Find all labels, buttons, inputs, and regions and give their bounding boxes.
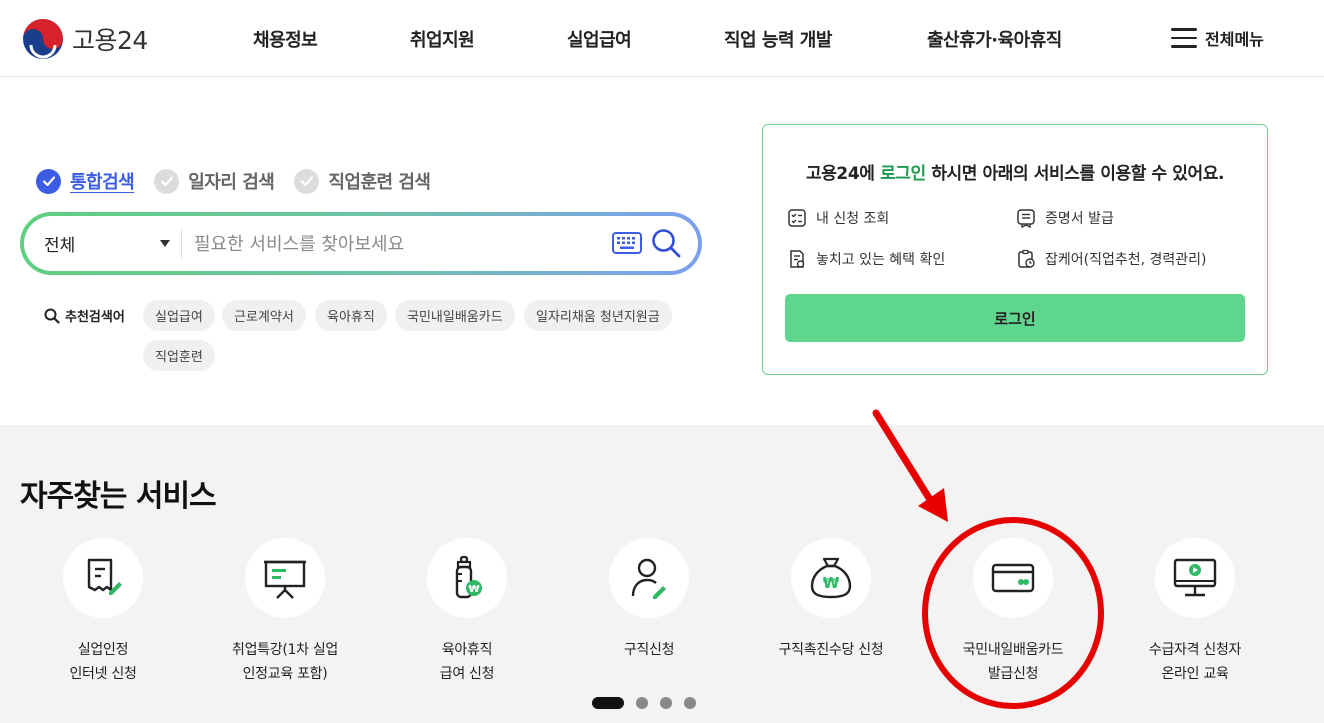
- carousel-pagination: [592, 697, 708, 709]
- keyword-chip[interactable]: 일자리채움 청년지원금: [524, 300, 672, 331]
- document-pen-icon: [87, 558, 122, 595]
- carousel-dot[interactable]: [592, 697, 624, 709]
- check-circle-icon: [294, 168, 320, 194]
- document-check-icon: [790, 250, 805, 268]
- service-jobcare[interactable]: 잡케어(직업추천, 경력관리): [1016, 249, 1207, 269]
- carousel-dot[interactable]: [660, 697, 672, 709]
- service-online-education[interactable]: 수급자격 신청자 온라인 교육: [1104, 538, 1286, 686]
- keyword-chip[interactable]: 실업급여: [143, 300, 215, 331]
- clipboard-clock-icon: [1018, 249, 1035, 268]
- login-message: 고용24에 로그인 하시면 아래의 서비스를 이용할 수 있어요.: [805, 164, 1225, 184]
- frequent-services-section: 자주찾는 서비스 실업인정 인터넷 신청 취업특강(1차 실업 인정교육 포함)…: [0, 425, 1324, 723]
- taegeuk-logo-icon: [23, 19, 63, 59]
- service-job-promotion-allowance[interactable]: ₩ 구직촉진수당 신청: [740, 538, 922, 662]
- checklist-icon: [788, 209, 806, 227]
- nav-employment-support[interactable]: 취업지원: [410, 26, 475, 52]
- search-input[interactable]: [194, 224, 604, 264]
- carousel-dot[interactable]: [684, 697, 696, 709]
- tab-training-search[interactable]: 직업훈련 검색: [294, 168, 431, 194]
- nav-vocational-training[interactable]: 직업 능력 개발: [724, 26, 832, 52]
- certificate-icon: [1017, 209, 1035, 228]
- service-unemployment-recognition[interactable]: 실업인정 인터넷 신청: [12, 538, 194, 686]
- service-employment-lecture[interactable]: 취업특강(1차 실업 인정교육 포함): [194, 538, 376, 686]
- login-button[interactable]: 로그인: [785, 294, 1245, 342]
- search-box: 전체: [20, 212, 702, 275]
- all-menu-label: 전체메뉴: [1205, 30, 1264, 49]
- search-tabs: 통합검색 일자리 검색 직업훈련 검색: [36, 168, 450, 194]
- card-icon: [991, 563, 1035, 593]
- search-category-select[interactable]: 전체: [44, 216, 174, 271]
- site-logo[interactable]: 고용24: [22, 18, 148, 60]
- monitor-play-icon: [1173, 558, 1217, 597]
- carousel-dot[interactable]: [636, 697, 648, 709]
- keyboard-icon[interactable]: [612, 232, 642, 254]
- service-missed-benefits[interactable]: 놓치고 있는 혜택 확인: [787, 249, 945, 269]
- nav-unemployment-benefit[interactable]: 실업급여: [567, 26, 632, 52]
- check-circle-icon: [154, 168, 180, 194]
- tab-job-search[interactable]: 일자리 검색: [154, 168, 275, 194]
- baby-bottle-icon: ₩: [455, 555, 482, 599]
- divider: [181, 230, 182, 258]
- svg-text:₩: ₩: [823, 574, 840, 592]
- keyword-chip[interactable]: 육아휴직: [315, 300, 387, 331]
- search-icon[interactable]: [650, 227, 682, 259]
- tab-integrated-search[interactable]: 통합검색: [36, 168, 135, 194]
- person-pen-icon: [631, 558, 666, 599]
- nav-job-info[interactable]: 채용정보: [253, 26, 318, 52]
- all-menu-button[interactable]: 전체메뉴: [1171, 26, 1264, 50]
- search-inner: 전체: [24, 216, 698, 271]
- hamburger-icon: [1171, 28, 1197, 48]
- money-bag-icon: ₩: [810, 557, 852, 599]
- service-parental-leave-benefit[interactable]: ₩ 육아휴직 급여 신청: [376, 538, 558, 686]
- login-card: 고용24에 로그인 하시면 아래의 서비스를 이용할 수 있어요. 내 신청 조…: [762, 124, 1268, 375]
- site-header: 고용24 채용정보 취업지원 실업급여 직업 능력 개발 출산휴가·육아휴직 전…: [0, 0, 1324, 77]
- keyword-chip[interactable]: 직업훈련: [143, 340, 215, 371]
- tab-label: 통합검색: [70, 172, 135, 193]
- service-my-applications[interactable]: 내 신청 조회: [787, 208, 889, 228]
- keyword-chip[interactable]: 근로계약서: [222, 300, 306, 331]
- search-icon: [44, 308, 60, 324]
- keyword-chip[interactable]: 국민내일배움카드: [395, 300, 515, 331]
- nav-parental-leave[interactable]: 출산휴가·육아휴직: [927, 26, 1062, 52]
- tab-label: 직업훈련 검색: [328, 172, 431, 193]
- tab-label: 일자리 검색: [188, 172, 275, 193]
- presentation-board-icon: [264, 560, 306, 599]
- svg-text:₩: ₩: [468, 584, 479, 595]
- search-category-value: 전체: [44, 236, 76, 256]
- recommended-label: 추천검색어: [44, 306, 125, 325]
- caret-down-icon: [160, 240, 170, 247]
- service-job-registration[interactable]: 구직신청: [558, 538, 740, 662]
- service-certificate[interactable]: 증명서 발급: [1016, 208, 1114, 228]
- service-learning-card-issue[interactable]: 국민내일배움카드 발급신청: [922, 538, 1104, 686]
- section-title: 자주찾는 서비스: [20, 479, 217, 514]
- logo-text: 고용24: [72, 26, 148, 55]
- check-circle-icon: [36, 168, 61, 194]
